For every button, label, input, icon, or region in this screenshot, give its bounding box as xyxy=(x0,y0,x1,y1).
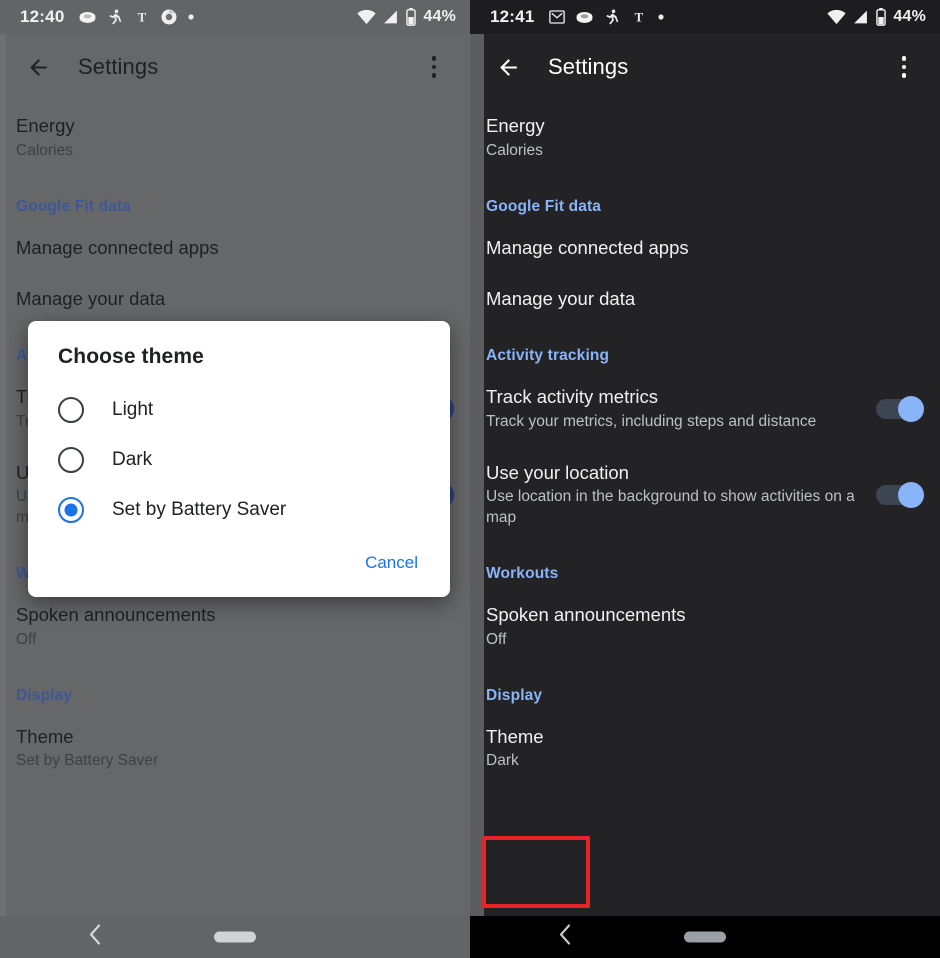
running-person-icon xyxy=(603,8,621,26)
list-item[interactable]: Use your location Use location in the ba… xyxy=(470,447,940,544)
toggle-knob xyxy=(898,481,924,508)
list-item-title: Manage your data xyxy=(486,288,636,310)
dot-icon xyxy=(657,13,665,21)
nav-back-icon[interactable] xyxy=(558,924,574,951)
toggle-track-activity-metrics[interactable] xyxy=(876,395,924,422)
system-nav-bar-left xyxy=(0,916,470,958)
nyt-icon: T xyxy=(630,8,648,26)
list-item-title: Theme xyxy=(486,725,544,747)
status-notification-icons: T xyxy=(548,8,665,27)
radio-button-icon[interactable] xyxy=(58,447,84,473)
list-item-subtitle: Dark xyxy=(486,752,519,770)
battery-icon xyxy=(875,8,887,26)
list-item-title: Track activity metrics xyxy=(486,385,658,407)
signal-icon xyxy=(852,9,869,25)
radio-option-label: Dark xyxy=(112,449,153,470)
list-item-subtitle: Use location in the background to show a… xyxy=(486,488,855,527)
page-title: Settings xyxy=(548,54,629,79)
list-item[interactable]: Track activity metrics Track your metric… xyxy=(470,371,940,447)
radio-option-set-by-battery-saver[interactable]: Set by Battery Saver xyxy=(28,485,450,535)
radio-option-dark[interactable]: Dark xyxy=(28,435,450,485)
wifi-icon xyxy=(827,9,846,25)
status-bar-right: 12:41 T 44% xyxy=(470,0,940,34)
section-header-activity-tracking: Activity tracking xyxy=(486,346,610,364)
status-system-icons: 44% xyxy=(827,8,926,26)
section-header-workouts: Workouts xyxy=(486,565,559,583)
list-item-subtitle: Off xyxy=(486,630,507,648)
overflow-menu-icon[interactable] xyxy=(884,45,924,89)
status-clock: 12:41 xyxy=(490,7,535,26)
list-item-title: Use your location xyxy=(486,461,629,483)
choose-theme-dialog: Choose theme Light Dark Set by Battery S… xyxy=(28,321,450,597)
settings-list-right: Energy Calories Google Fit data Manage c… xyxy=(470,100,940,786)
left-phone-panel: 12:40 T 44% Settings Energy Calories Goo… xyxy=(0,0,470,958)
arrow-back-icon[interactable] xyxy=(486,45,530,89)
radio-button-icon[interactable] xyxy=(58,397,84,423)
nav-back-icon[interactable] xyxy=(88,924,104,951)
list-item-title: Spoken announcements xyxy=(486,604,686,626)
dialog-title: Choose theme xyxy=(58,345,204,368)
app-bar-right: Settings xyxy=(470,34,940,100)
toggle-knob xyxy=(898,395,924,422)
radio-option-label: Light xyxy=(112,399,154,420)
list-item[interactable]: Manage your data xyxy=(470,273,940,325)
list-item-title: Manage connected apps xyxy=(486,236,689,258)
radio-option-label: Set by Battery Saver xyxy=(112,499,287,520)
battery-percent: 44% xyxy=(893,8,926,25)
theme-highlight-box xyxy=(482,836,590,908)
home-pill[interactable] xyxy=(684,931,726,943)
list-item[interactable]: Spoken announcements Off xyxy=(470,589,940,665)
cancel-button[interactable]: Cancel xyxy=(359,545,424,581)
list-item-title: Energy xyxy=(486,115,545,136)
fit-icon xyxy=(575,8,594,27)
gmail-icon xyxy=(548,8,566,26)
screenshot-stage: 12:40 T 44% Settings Energy Calories Goo… xyxy=(0,0,940,958)
list-item-theme[interactable]: Theme Dark xyxy=(470,711,940,787)
system-nav-bar-right xyxy=(470,916,940,958)
list-item-subtitle: Track your metrics, including steps and … xyxy=(486,412,817,430)
svg-text:T: T xyxy=(635,11,644,25)
section-header-display: Display xyxy=(486,686,543,704)
home-pill[interactable] xyxy=(214,931,256,943)
radio-option-light[interactable]: Light xyxy=(28,385,450,435)
right-phone-panel: 12:41 T 44% Settings Energy Calories Goo… xyxy=(470,0,940,958)
dialog-actions: Cancel xyxy=(28,535,450,589)
toggle-use-your-location[interactable] xyxy=(876,481,924,508)
radio-button-selected-icon[interactable] xyxy=(58,497,84,523)
section-header-google-fit-data: Google Fit data xyxy=(486,197,602,215)
list-item[interactable]: Manage connected apps xyxy=(470,222,940,274)
list-item-subtitle: Calories xyxy=(486,141,543,159)
list-item[interactable]: Energy Calories xyxy=(470,100,940,176)
